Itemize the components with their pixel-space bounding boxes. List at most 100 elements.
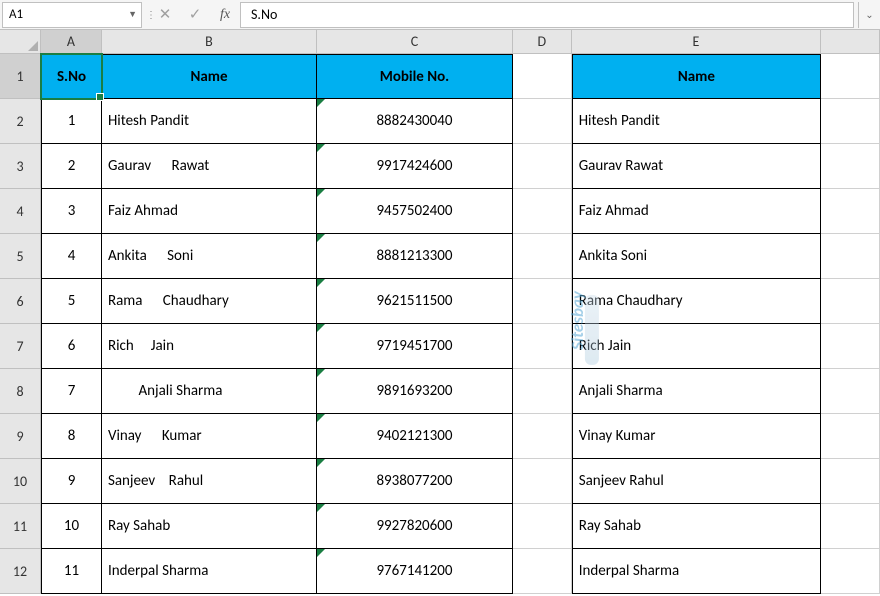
cell[interactable]: Gaurav Rawat [102,144,317,189]
cell[interactable]: Faiz Ahmad [572,189,821,234]
row-header[interactable]: 8 [0,369,41,414]
cell[interactable]: Anjali Sharma [572,369,821,414]
cell[interactable] [821,369,880,414]
cell[interactable] [513,54,572,99]
cell[interactable]: 7 [41,369,102,414]
cell[interactable]: 9917424600 [317,144,513,189]
cell[interactable]: Hitesh Pandit [102,99,317,144]
cell[interactable] [513,144,572,189]
cell[interactable]: 2 [41,144,102,189]
cell[interactable]: Rich Jain [102,324,317,369]
cell[interactable]: Ankita Soni [102,234,317,279]
cell[interactable] [513,189,572,234]
cell[interactable] [513,459,572,504]
cell[interactable]: 4 [41,234,102,279]
cell[interactable]: 5 [41,279,102,324]
name-box-value: A1 [9,7,23,22]
cell[interactable]: Rama Chaudhary [572,279,821,324]
enter-icon[interactable]: ✓ [180,2,210,28]
cell[interactable]: Name [572,54,821,99]
row-header[interactable]: 10 [0,459,41,504]
cell[interactable] [821,144,880,189]
cell[interactable]: Name [102,54,317,99]
cell[interactable] [821,54,880,99]
col-header-c[interactable]: C [317,30,513,54]
cell[interactable]: 9927820600 [317,504,513,549]
cell[interactable]: Vinay Kumar [102,414,317,459]
cell[interactable]: 8882430040 [317,99,513,144]
col-header-b[interactable]: B [102,30,317,54]
cell[interactable]: Mobile No. [317,54,513,99]
cell[interactable] [513,414,572,459]
cell[interactable]: Sanjeev Rahul [572,459,821,504]
row-header[interactable]: 1 [0,54,41,99]
cell[interactable] [513,279,572,324]
cell[interactable] [821,504,880,549]
cell[interactable]: Rich Jain [572,324,821,369]
cell[interactable] [513,369,572,414]
cell[interactable] [821,414,880,459]
expand-formula-icon[interactable]: ⌄ [858,2,880,28]
cell[interactable] [821,279,880,324]
cell[interactable] [821,324,880,369]
separator: ⋮ [142,8,150,21]
cell[interactable] [513,504,572,549]
col-header-e[interactable]: E [572,30,822,54]
cell[interactable]: Rama Chaudhary [102,279,317,324]
cell[interactable]: 3 [41,189,102,234]
col-header-d[interactable]: D [513,30,572,54]
row-header[interactable]: 4 [0,189,41,234]
row-header[interactable]: 3 [0,144,41,189]
cell[interactable]: 11 [41,549,102,594]
row-header[interactable]: 6 [0,279,41,324]
cell[interactable]: 9402121300 [317,414,513,459]
cell[interactable]: Sanjeev Rahul [102,459,317,504]
cell[interactable]: Ray Sahab [102,504,317,549]
cell[interactable]: 10 [41,504,102,549]
cell[interactable]: 8 [41,414,102,459]
cell[interactable] [821,234,880,279]
row-header[interactable]: 9 [0,414,41,459]
cell[interactable] [821,99,880,144]
dropdown-icon[interactable]: ▼ [128,9,137,20]
cell[interactable] [821,459,880,504]
formula-input[interactable]: S.No [240,2,854,28]
cell[interactable]: 8938077200 [317,459,513,504]
select-all-button[interactable] [0,30,41,54]
cell[interactable]: 9 [41,459,102,504]
cell[interactable]: Faiz Ahmad [102,189,317,234]
cancel-icon[interactable]: ✕ [150,2,180,28]
cell[interactable]: 6 [41,324,102,369]
cell[interactable] [513,549,572,594]
cell[interactable]: 9891693200 [317,369,513,414]
cell[interactable]: 9767141200 [317,549,513,594]
col-header-a[interactable]: A [41,30,102,54]
cell[interactable] [513,99,572,144]
cell[interactable] [821,189,880,234]
cell[interactable] [513,234,572,279]
row-header[interactable]: 5 [0,234,41,279]
col-header-f[interactable] [821,30,880,54]
cell[interactable]: Ray Sahab [572,504,821,549]
cell[interactable]: Hitesh Pandit [572,99,821,144]
cell[interactable]: Anjali Sharma [102,369,317,414]
row-header[interactable]: 2 [0,99,41,144]
row-header[interactable]: 11 [0,504,41,549]
row-header[interactable]: 7 [0,324,41,369]
cell[interactable]: 8881213300 [317,234,513,279]
cell[interactable]: 1 [41,99,102,144]
cell[interactable]: Inderpal Sharma [102,549,317,594]
cell[interactable]: 9457502400 [317,189,513,234]
cell[interactable]: S.No [41,54,102,99]
cell[interactable]: Vinay Kumar [572,414,821,459]
cell[interactable]: Gaurav Rawat [572,144,821,189]
cell[interactable]: Ankita Soni [572,234,821,279]
cell[interactable]: 9621511500 [317,279,513,324]
cell[interactable] [513,324,572,369]
fx-icon[interactable]: fx [210,2,240,28]
cell[interactable]: 9719451700 [317,324,513,369]
name-box[interactable]: A1 ▼ [2,2,142,28]
row-header[interactable]: 12 [0,549,41,594]
cell[interactable] [821,549,880,594]
cell[interactable]: Inderpal Sharma [572,549,821,594]
